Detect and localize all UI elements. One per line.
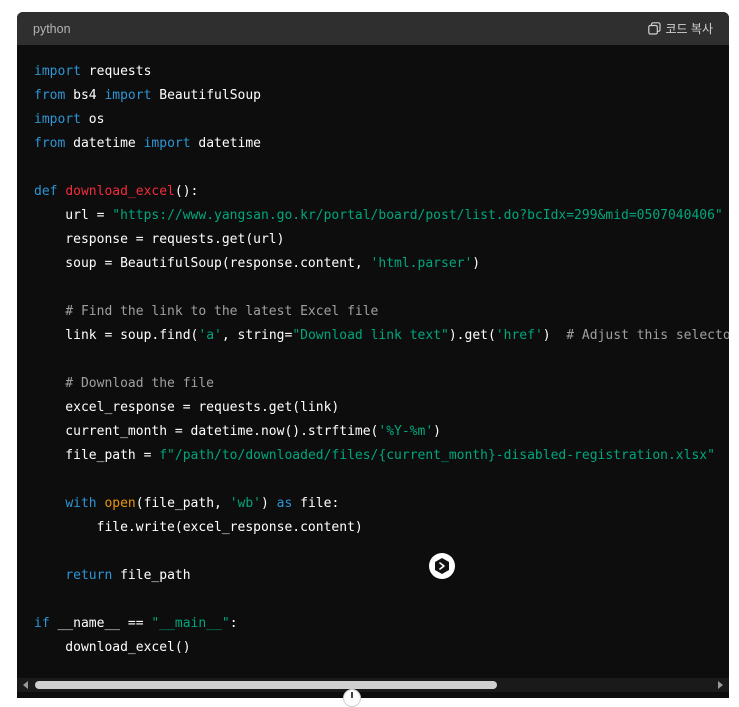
arrow-down-icon[interactable] — [343, 689, 361, 707]
code-line: from datetime import datetime — [34, 136, 262, 151]
code-line: import os — [34, 112, 105, 127]
code-line: current_month = datetime.now().strftime(… — [34, 424, 441, 439]
code-line: file.write(excel_response.content) — [34, 520, 363, 535]
code-line: download_excel() — [34, 640, 191, 655]
code-line: link = soup.find('a', string="Download l… — [34, 328, 729, 343]
code-line: from bs4 import BeautifulSoup — [34, 88, 261, 103]
code-line: with open(file_path, 'wb') as file: — [65, 496, 340, 511]
code-line: import requests — [34, 64, 152, 79]
scroll-left-icon[interactable] — [23, 681, 28, 689]
code-line: # Download the file — [34, 376, 215, 391]
code-line: url = "https://www.yangsan.go.kr/portal/… — [34, 208, 723, 223]
language-label: python — [33, 21, 71, 36]
code-header: python 코드 복사 — [17, 12, 729, 45]
code-line: return file_path — [65, 568, 191, 583]
assistant-icon[interactable] — [429, 553, 455, 579]
scrollbar-thumb[interactable] — [35, 681, 497, 689]
copy-icon — [647, 22, 661, 35]
copy-code-label: 코드 복사 — [665, 22, 714, 36]
code-content: import requests from bs4 import Beautifu… — [34, 60, 729, 660]
code-line: soup = BeautifulSoup(response.content, '… — [34, 256, 481, 271]
code-line: excel_response = requests.get(link) — [34, 400, 340, 415]
code-line: file_path = f"/path/to/downloaded/files/… — [34, 448, 715, 463]
code-line: if __name__ == "__main__": — [34, 616, 238, 631]
horizontal-scrollbar[interactable] — [17, 678, 729, 692]
scroll-right-icon[interactable] — [718, 681, 723, 689]
code-line: response = requests.get(url) — [34, 232, 285, 247]
copy-code-button[interactable]: 코드 복사 — [647, 20, 714, 37]
code-line: def download_excel(): — [34, 184, 199, 199]
code-block: python 코드 복사 import requests from bs4 im… — [17, 12, 729, 698]
code-line: # Find the link to the latest Excel file — [34, 304, 379, 319]
